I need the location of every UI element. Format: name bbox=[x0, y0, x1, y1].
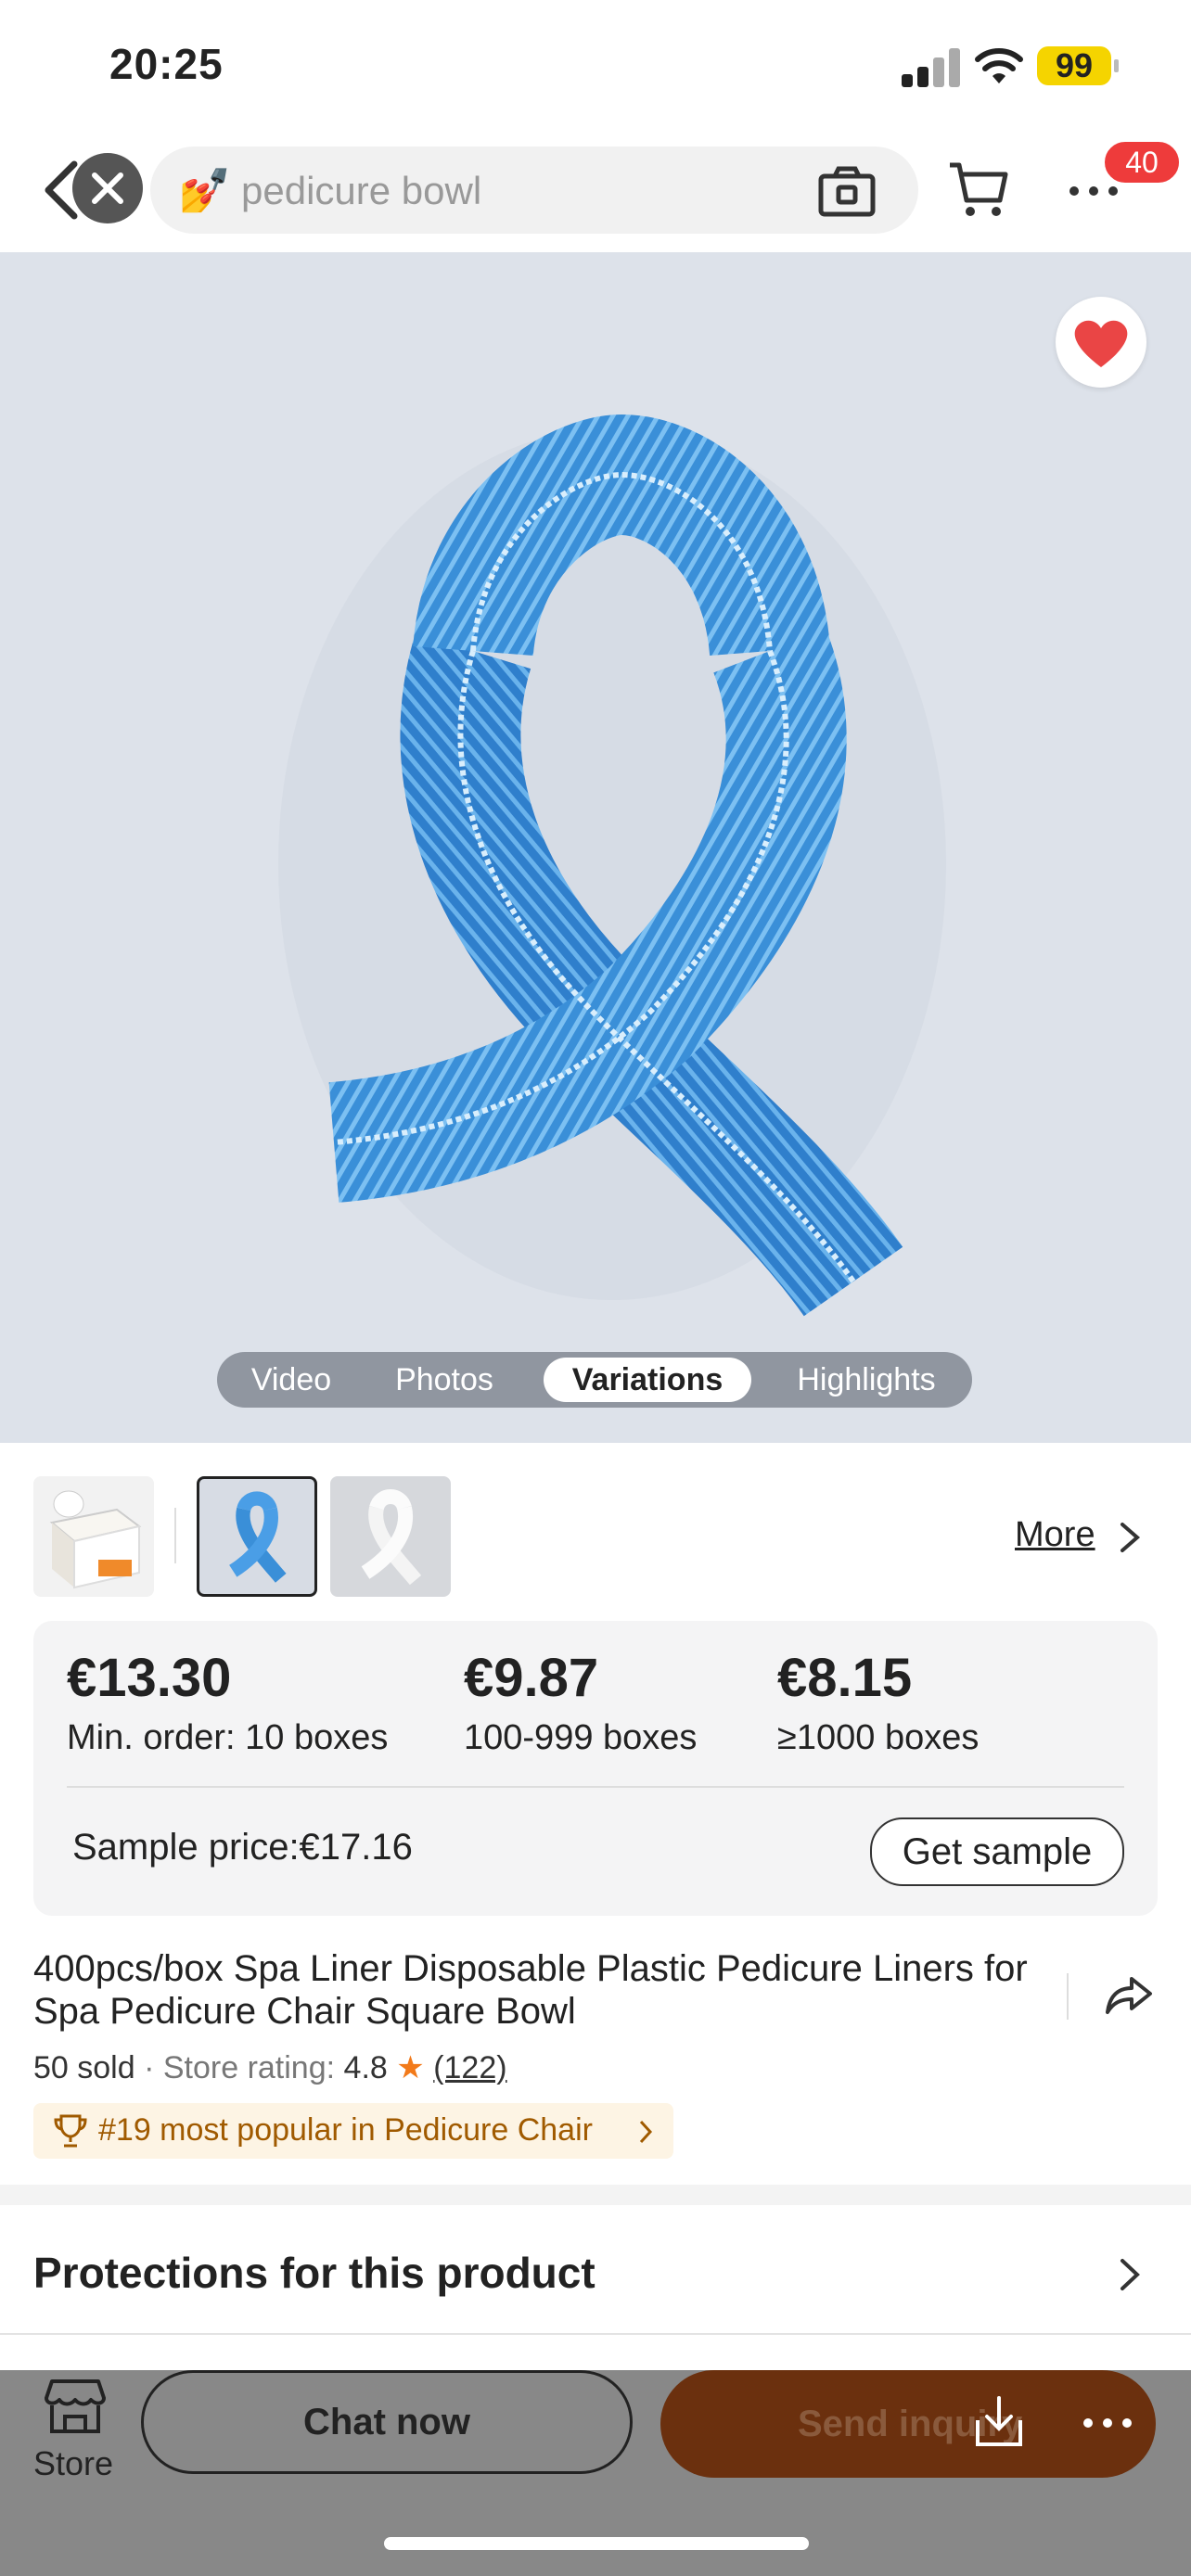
chevron-right-icon bbox=[1121, 2259, 1140, 2290]
row-divider bbox=[0, 2333, 1191, 2335]
tier-quantity: ≥1000 boxes bbox=[777, 1718, 980, 1757]
close-button[interactable] bbox=[72, 153, 143, 223]
search-query: pedicure bowl bbox=[241, 169, 482, 212]
cellular-signal-icon bbox=[902, 48, 960, 87]
price-tier: €9.87 100-999 boxes bbox=[464, 1647, 697, 1758]
price-tier: €8.15 ≥1000 boxes bbox=[777, 1647, 979, 1758]
protections-row[interactable]: Protections for this product bbox=[0, 2205, 1191, 2335]
price-tier: €13.30 Min. order: 10 boxes bbox=[67, 1647, 388, 1758]
tier-price: €8.15 bbox=[777, 1648, 913, 1708]
variation-thumbnails: More bbox=[0, 1443, 1191, 1619]
tab-video[interactable]: Video bbox=[236, 1352, 347, 1408]
top-nav-bar: 💅 pedicure bowl 40 bbox=[0, 139, 1191, 252]
close-icon bbox=[92, 172, 123, 204]
more-icon[interactable] bbox=[1082, 2417, 1133, 2429]
store-rating-value: 4.8 bbox=[343, 2050, 388, 2085]
status-time: 20:25 bbox=[109, 40, 224, 88]
box-icon bbox=[49, 1490, 142, 1589]
tier-price: €9.87 bbox=[464, 1648, 599, 1708]
share-icon[interactable] bbox=[1104, 1973, 1154, 2018]
sold-count: 50 sold bbox=[33, 2050, 135, 2085]
white-ribbon-icon bbox=[361, 1489, 422, 1586]
store-rating-label: Store rating: bbox=[162, 2050, 336, 2085]
product-meta: 50 sold · Store rating: 4.8 ★ (122) bbox=[33, 2049, 1054, 2086]
white-liner-thumbnail[interactable] bbox=[330, 1476, 451, 1597]
camera-icon[interactable] bbox=[818, 165, 876, 217]
review-count-link[interactable]: (122) bbox=[433, 2050, 506, 2085]
tier-quantity: Min. order: 10 boxes bbox=[67, 1718, 389, 1757]
protections-title: Protections for this product bbox=[33, 2249, 596, 2297]
chevron-right-icon[interactable] bbox=[1117, 1519, 1143, 1556]
product-title: 400pcs/box Spa Liner Disposable Plastic … bbox=[33, 1948, 1028, 2032]
tab-photos[interactable]: Photos bbox=[375, 1352, 514, 1408]
get-sample-button[interactable]: Get sample bbox=[870, 1817, 1124, 1886]
star-icon: ★ bbox=[396, 2050, 425, 2085]
cart-icon[interactable] bbox=[946, 158, 1011, 223]
chat-now-button[interactable]: Chat now bbox=[141, 2370, 633, 2474]
more-variations-link[interactable]: More bbox=[1015, 1515, 1095, 1555]
thumbnail-divider bbox=[174, 1508, 176, 1563]
trophy-icon bbox=[54, 2114, 87, 2148]
gallery-tabs: Video Photos Variations Highlights bbox=[217, 1352, 972, 1408]
cart-badge: 40 bbox=[1102, 139, 1182, 185]
price-card: €13.30 Min. order: 10 boxes €9.87 100-99… bbox=[33, 1621, 1158, 1916]
ranking-text: #19 most popular in Pedicure Chair bbox=[98, 2112, 593, 2148]
tab-highlights[interactable]: Highlights bbox=[774, 1352, 959, 1408]
product-image[interactable]: Video Photos Variations Highlights bbox=[0, 252, 1191, 1443]
box-thumbnail[interactable] bbox=[33, 1476, 154, 1597]
tier-quantity: 100-999 boxes bbox=[464, 1718, 698, 1757]
meta-separator: · bbox=[134, 2050, 163, 2085]
store-icon[interactable] bbox=[45, 2378, 106, 2435]
product-info: 400pcs/box Spa Liner Disposable Plastic … bbox=[33, 1947, 1054, 2086]
nail-polish-icon: 💅 bbox=[178, 166, 232, 214]
blue-liner-image bbox=[278, 414, 946, 1317]
home-indicator[interactable] bbox=[384, 2537, 809, 2550]
ranking-badge[interactable]: #19 most popular in Pedicure Chair bbox=[33, 2103, 673, 2159]
tier-price: €13.30 bbox=[67, 1648, 232, 1708]
share-divider bbox=[1067, 1973, 1069, 2020]
store-label[interactable]: Store bbox=[33, 2444, 113, 2483]
favorite-button[interactable] bbox=[1056, 297, 1146, 388]
chevron-right-icon bbox=[639, 2120, 653, 2144]
section-gap bbox=[0, 2185, 1191, 2205]
search-input[interactable]: 💅 pedicure bowl bbox=[150, 147, 918, 234]
battery-indicator: 99 bbox=[1037, 46, 1119, 85]
blue-liner-thumbnail[interactable] bbox=[197, 1476, 317, 1597]
heart-icon bbox=[1074, 320, 1128, 367]
tab-variations[interactable]: Variations bbox=[544, 1358, 751, 1402]
wifi-icon bbox=[975, 48, 1023, 83]
blue-ribbon-icon bbox=[228, 1491, 287, 1583]
download-icon[interactable] bbox=[974, 2396, 1024, 2448]
sample-price: Sample price:€17.16 bbox=[72, 1827, 413, 1868]
status-bar: 20:25 99 bbox=[0, 0, 1191, 139]
price-divider bbox=[67, 1786, 1124, 1788]
